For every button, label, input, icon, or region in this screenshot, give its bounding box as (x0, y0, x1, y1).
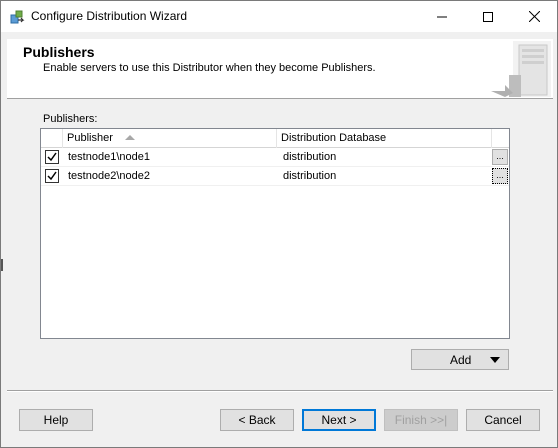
grid-header: Publisher Distribution Database (41, 129, 509, 148)
divider (7, 390, 553, 392)
window-title: Configure Distribution Wizard (31, 9, 188, 23)
cancel-button[interactable]: Cancel (466, 409, 540, 431)
ellipsis-button[interactable]: ... (492, 168, 508, 184)
maximize-icon (483, 11, 493, 22)
page-subtitle: Enable servers to use this Distributor w… (43, 62, 376, 74)
database-cell[interactable]: distribution (283, 167, 336, 186)
finish-button[interactable]: Finish >>| (384, 409, 458, 431)
minimize-icon (437, 16, 447, 17)
close-icon (528, 11, 540, 22)
row-checkbox[interactable] (45, 169, 59, 183)
window-edge-marker (1, 259, 3, 271)
add-dropdown-button[interactable]: Add (411, 349, 509, 370)
sort-ascending-icon (124, 134, 135, 140)
dropdown-arrow-icon (490, 357, 500, 363)
next-button[interactable]: Next > (302, 409, 376, 431)
back-button[interactable]: < Back (220, 409, 294, 431)
database-cell[interactable]: distribution (283, 148, 336, 167)
column-header-publisher[interactable]: Publisher (63, 129, 277, 148)
column-header-label: Distribution Database (281, 132, 387, 144)
checkmark-icon (47, 171, 57, 181)
row-checkbox[interactable] (45, 150, 59, 164)
table-row[interactable]: testnode2\node2 distribution ... (41, 167, 509, 186)
wizard-icon (9, 9, 25, 25)
add-button-label: Add (450, 353, 472, 367)
table-row[interactable]: testnode1\node1 distribution ... (41, 148, 509, 167)
column-header-label: Publisher (67, 132, 113, 144)
server-icon (491, 39, 553, 97)
checkmark-icon (47, 152, 57, 162)
help-button[interactable]: Help (19, 409, 93, 431)
publishers-grid[interactable]: Publisher Distribution Database testnode… (40, 128, 510, 339)
publisher-cell: testnode2\node2 (68, 170, 150, 182)
ellipsis-button[interactable]: ... (492, 149, 508, 165)
title-bar[interactable]: Configure Distribution Wizard (1, 1, 557, 32)
page-title: Publishers (23, 44, 95, 60)
close-button[interactable] (511, 1, 557, 32)
ellipsis-column-header (492, 129, 509, 148)
minimize-button[interactable] (419, 1, 465, 32)
maximize-button[interactable] (465, 1, 511, 32)
wizard-window: Configure Distribution Wizard Publishers… (0, 0, 558, 448)
checkbox-column-header[interactable] (41, 129, 63, 148)
publisher-cell: testnode1\node1 (68, 151, 150, 163)
wizard-header: Publishers Enable servers to use this Di… (7, 39, 553, 99)
publishers-label: Publishers: (43, 113, 98, 125)
column-header-distribution-database[interactable]: Distribution Database (277, 129, 492, 148)
